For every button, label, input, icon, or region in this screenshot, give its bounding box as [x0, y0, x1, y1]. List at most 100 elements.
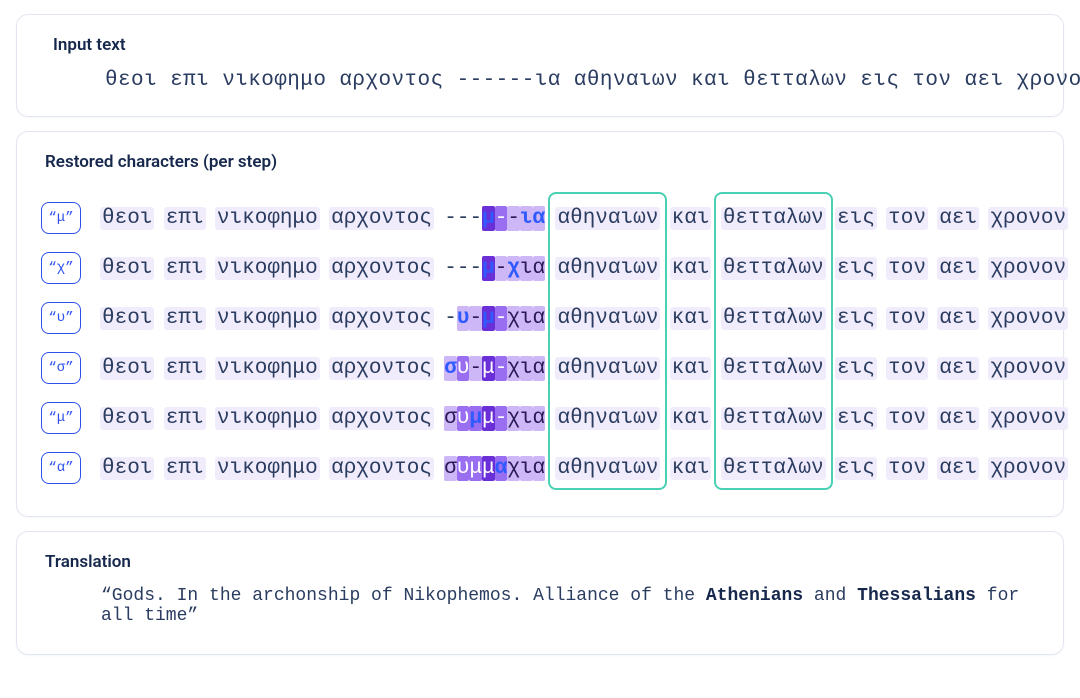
translation-bold-term: Thessalians	[857, 586, 976, 606]
step-row: “χ”θεοιεπινικοφημοαρχοντος---μ-χιααθηναι…	[39, 252, 1041, 284]
word: θετταλων	[721, 257, 826, 280]
word: αρχοντος	[329, 457, 434, 480]
restored-char: ι	[520, 406, 533, 431]
word: νικοφημο	[215, 407, 320, 430]
restored-char: υ	[457, 406, 470, 431]
restored-char: μ	[482, 356, 495, 381]
word: αει	[937, 207, 979, 230]
restored-char: -	[444, 256, 457, 281]
word: αρχοντος	[329, 307, 434, 330]
word: εις	[835, 257, 877, 280]
word: θετταλων	[721, 457, 826, 480]
word: και	[670, 257, 712, 280]
restored-char: ι	[520, 306, 533, 331]
restored-char: χ	[507, 256, 520, 281]
step-sentence: θεοιεπινικοφημοαρχοντος-υ-μ-χιααθηναιωνκ…	[93, 304, 1080, 333]
word: χρονον	[988, 207, 1068, 230]
word: αρχοντος	[329, 357, 434, 380]
step-sentence: θεοιεπινικοφημοαρχοντοςσυμμ-χιααθηναιωνκ…	[93, 404, 1080, 433]
translation-segment: and	[803, 586, 857, 606]
word: και	[670, 307, 712, 330]
panel-heading-input: Input text	[53, 35, 1041, 55]
step-row: “υ”θεοιεπινικοφημοαρχοντος-υ-μ-χιααθηναι…	[39, 302, 1041, 334]
step-chip: “μ”	[41, 402, 81, 434]
steps-body: “μ”θεοιεπινικοφημοαρχοντος---μ--ιααθηναι…	[39, 182, 1041, 494]
word: θεοι	[100, 257, 154, 280]
restored-char: -	[469, 356, 482, 381]
word: θετταλων	[721, 207, 826, 230]
word: τον	[886, 407, 928, 430]
step-chip: “σ”	[41, 352, 81, 384]
word: χρονον	[988, 457, 1068, 480]
word: αει	[937, 357, 979, 380]
panel-translation: Translation “Gods. In the archonship of …	[16, 531, 1064, 655]
word: και	[670, 207, 712, 230]
word: επι	[164, 407, 206, 430]
word: τον	[886, 307, 928, 330]
step-sentence: θεοιεπινικοφημοαρχοντος---μ-χιααθηναιωνκ…	[93, 254, 1080, 283]
word: και	[670, 457, 712, 480]
word: εις	[835, 207, 877, 230]
restored-char: -	[469, 306, 482, 331]
restored-char: ι	[520, 206, 533, 231]
restored-char: -	[444, 306, 457, 331]
word: αθηναιων	[555, 407, 660, 430]
step-sentence: θεοιεπινικοφημοαρχοντοςσυ-μ-χιααθηναιωνκ…	[93, 354, 1080, 383]
step-chip: “υ”	[41, 302, 81, 334]
word: αθηναιων	[555, 257, 660, 280]
restored-char: υ	[457, 456, 470, 481]
restored-char: -	[469, 206, 482, 231]
restored-char: -	[495, 356, 508, 381]
step-row: “μ”θεοιεπινικοφημοαρχοντοςσυμμ-χιααθηναι…	[39, 402, 1041, 434]
translation-segment: “Gods. In the archonship of Nikophemos. …	[101, 586, 706, 606]
word: επι	[164, 257, 206, 280]
restored-char: α	[533, 206, 546, 231]
word: νικοφημο	[215, 307, 320, 330]
restored-char: χ	[507, 456, 520, 481]
restored-char: α	[533, 256, 546, 281]
word: αθηναιων	[555, 457, 660, 480]
step-sentence: θεοιεπινικοφημοαρχοντος---μ--ιααθηναιωνκ…	[93, 204, 1080, 233]
word: νικοφημο	[215, 457, 320, 480]
panel-heading-steps: Restored characters (per step)	[45, 152, 1041, 172]
restored-char: -	[495, 406, 508, 431]
restored-cluster: -υ-μ-χια	[442, 306, 547, 331]
restored-char: μ	[482, 306, 495, 331]
word: θεοι	[100, 357, 154, 380]
word: επι	[164, 207, 206, 230]
word: χρονον	[988, 307, 1068, 330]
step-row: “α”θεοιεπινικοφημοαρχοντοςσυμμαχιααθηναι…	[39, 452, 1041, 484]
restored-char: χ	[507, 306, 520, 331]
restored-char: μ	[482, 256, 495, 281]
word: αθηναιων	[555, 307, 660, 330]
word: θεοι	[100, 207, 154, 230]
word: θετταλων	[721, 407, 826, 430]
restored-char: μ	[482, 406, 495, 431]
step-chip: “α”	[41, 452, 81, 484]
step-chip: “χ”	[41, 252, 81, 284]
restored-char: ι	[520, 256, 533, 281]
word: χρονον	[988, 407, 1068, 430]
step-row: “μ”θεοιεπινικοφημοαρχοντος---μ--ιααθηναι…	[39, 202, 1041, 234]
step-row: “σ”θεοιεπινικοφημοαρχοντοςσυ-μ-χιααθηναι…	[39, 352, 1041, 384]
restored-char: χ	[507, 406, 520, 431]
restored-char: χ	[507, 356, 520, 381]
word: χρονον	[988, 357, 1068, 380]
word: αει	[937, 307, 979, 330]
translation-bold-term: Athenians	[706, 586, 803, 606]
restored-char: μ	[482, 456, 495, 481]
word: τον	[886, 257, 928, 280]
panel-heading-translation: Translation	[45, 552, 1041, 572]
word: νικοφημο	[215, 357, 320, 380]
word: τον	[886, 357, 928, 380]
restored-char: α	[533, 356, 546, 381]
word: αθηναιων	[555, 207, 660, 230]
word: αρχοντος	[329, 207, 434, 230]
word: αθηναιων	[555, 357, 660, 380]
step-sentence: θεοιεπινικοφημοαρχοντοςσυμμαχιααθηναιωνκ…	[93, 454, 1080, 483]
restored-cluster: συμμ-χια	[442, 406, 547, 431]
restored-char: μ	[469, 456, 482, 481]
restored-char: -	[495, 206, 508, 231]
restored-char: α	[533, 456, 546, 481]
word: εις	[835, 457, 877, 480]
